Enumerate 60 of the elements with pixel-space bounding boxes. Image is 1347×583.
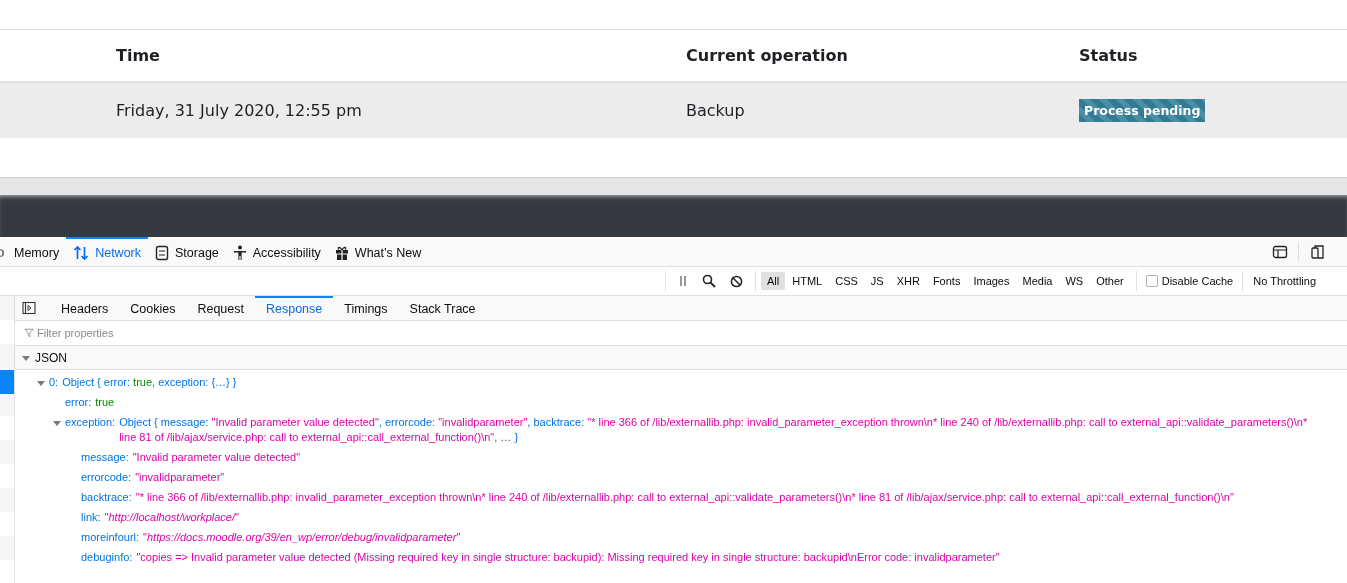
- filter-button[interactable]: Fonts: [926, 272, 967, 290]
- property-key: link:: [81, 509, 101, 525]
- property-key: message:: [81, 449, 129, 465]
- filter-button[interactable]: All: [761, 272, 786, 290]
- property-value: Object { error: true, exception: {…} }: [62, 374, 237, 390]
- details-tab[interactable]: Timings: [333, 296, 399, 320]
- property-value: "invalidparameter": [135, 469, 225, 485]
- table-cell-text: Friday, 31 July 2020, 12:55 pm: [115, 101, 363, 120]
- pause-icon[interactable]: [678, 275, 688, 287]
- up-down-arrows-icon: [73, 244, 90, 261]
- status-badge: Process pending: [1079, 99, 1206, 122]
- block-icon[interactable]: [730, 274, 743, 288]
- person-icon: [232, 244, 247, 261]
- property-key: errorcode:: [81, 469, 132, 485]
- details-tab[interactable]: Cookies: [119, 296, 187, 320]
- table-cell-text: Backup: [686, 101, 746, 120]
- property-value: "copies => Invalid parameter value detected (Missing required key in single structure: backupid): Missing required key in single structure: backupid\nError code: invalidparameter": [136, 549, 1000, 565]
- property-value: "http://localhost/workplace/": [104, 509, 239, 525]
- checkbox[interactable]: [1145, 275, 1158, 287]
- devtools-tab[interactable]: What’s New: [327, 237, 429, 266]
- details-tab[interactable]: Headers: [50, 296, 120, 320]
- details-tab[interactable]: Response: [255, 296, 334, 320]
- filter-button[interactable]: HTML: [786, 272, 829, 290]
- filter-button[interactable]: Images: [967, 272, 1016, 290]
- property-key: moreinfourl:: [81, 529, 140, 545]
- filter-button[interactable]: JS: [864, 272, 890, 290]
- filter-button[interactable]: WS: [1059, 272, 1090, 290]
- property-key: error:: [65, 394, 92, 410]
- checkbox-label[interactable]: Disable Cache: [1161, 275, 1234, 287]
- property-key: debuginfo:: [81, 549, 133, 565]
- property-key: backtrace:: [81, 489, 132, 505]
- filter-button[interactable]: CSS: [829, 272, 864, 290]
- devtools-tab[interactable]: Accessibility: [225, 237, 328, 266]
- details-tab[interactable]: Stack Trace: [398, 296, 487, 320]
- search-icon[interactable]: [702, 274, 716, 288]
- layout-icon[interactable]: [1272, 243, 1288, 260]
- property-value: Object { message: "Invalid parameter value detected", errorcode: "invalidparameter", backtrace: "* line 366 of /lib/externallib.php: invalid_parameter_exception thrown\n* line 240 of /lib/externallib.php: call to external_api::validate_parameters()\n* line 81 of /lib/ajax/service.php: call to external_api::call_external_function()\n", … }: [119, 414, 1309, 445]
- throttling-dropdown[interactable]: No Throttling: [1253, 275, 1317, 287]
- section-heading[interactable]: JSON: [35, 350, 67, 365]
- property-key: 0:: [49, 374, 59, 390]
- column-header: Current operation: [686, 46, 849, 65]
- gift-icon: [334, 244, 349, 261]
- devtools-tab[interactable]: Storage: [148, 237, 226, 266]
- dock-icon[interactable]: [1309, 243, 1325, 260]
- property-value: "https://docs.moodle.org/39/en_wp/error/debug/invalidparameter": [143, 529, 461, 545]
- filter-button[interactable]: Media: [1016, 272, 1059, 290]
- property-value: "Invalid parameter value detected": [132, 449, 301, 465]
- details-tab[interactable]: Request: [186, 296, 255, 320]
- column-header: Time: [115, 46, 161, 65]
- filter-button[interactable]: XHR: [890, 272, 926, 290]
- sidebar-toggle-icon[interactable]: [22, 301, 36, 315]
- filter-field[interactable]: Filter properties: [37, 325, 237, 341]
- column-header: Status: [1079, 46, 1139, 65]
- filter-button[interactable]: Other: [1090, 272, 1130, 290]
- property-value: true: [95, 394, 115, 410]
- storage-icon: [155, 244, 169, 261]
- property-value: "* line 366 of /lib/externallib.php: invalid_parameter_exception thrown\n* line 240 of /lib/externallib.php: call to external_api::validate_parameters()\n* line 81 of /lib/ajax/service.php: call to external_api::call_external_function()\n": [135, 489, 1234, 505]
- devtools-tab[interactable]: Memory: [0, 237, 67, 266]
- property-key: exception:: [65, 414, 116, 430]
- filter-icon: [24, 328, 34, 338]
